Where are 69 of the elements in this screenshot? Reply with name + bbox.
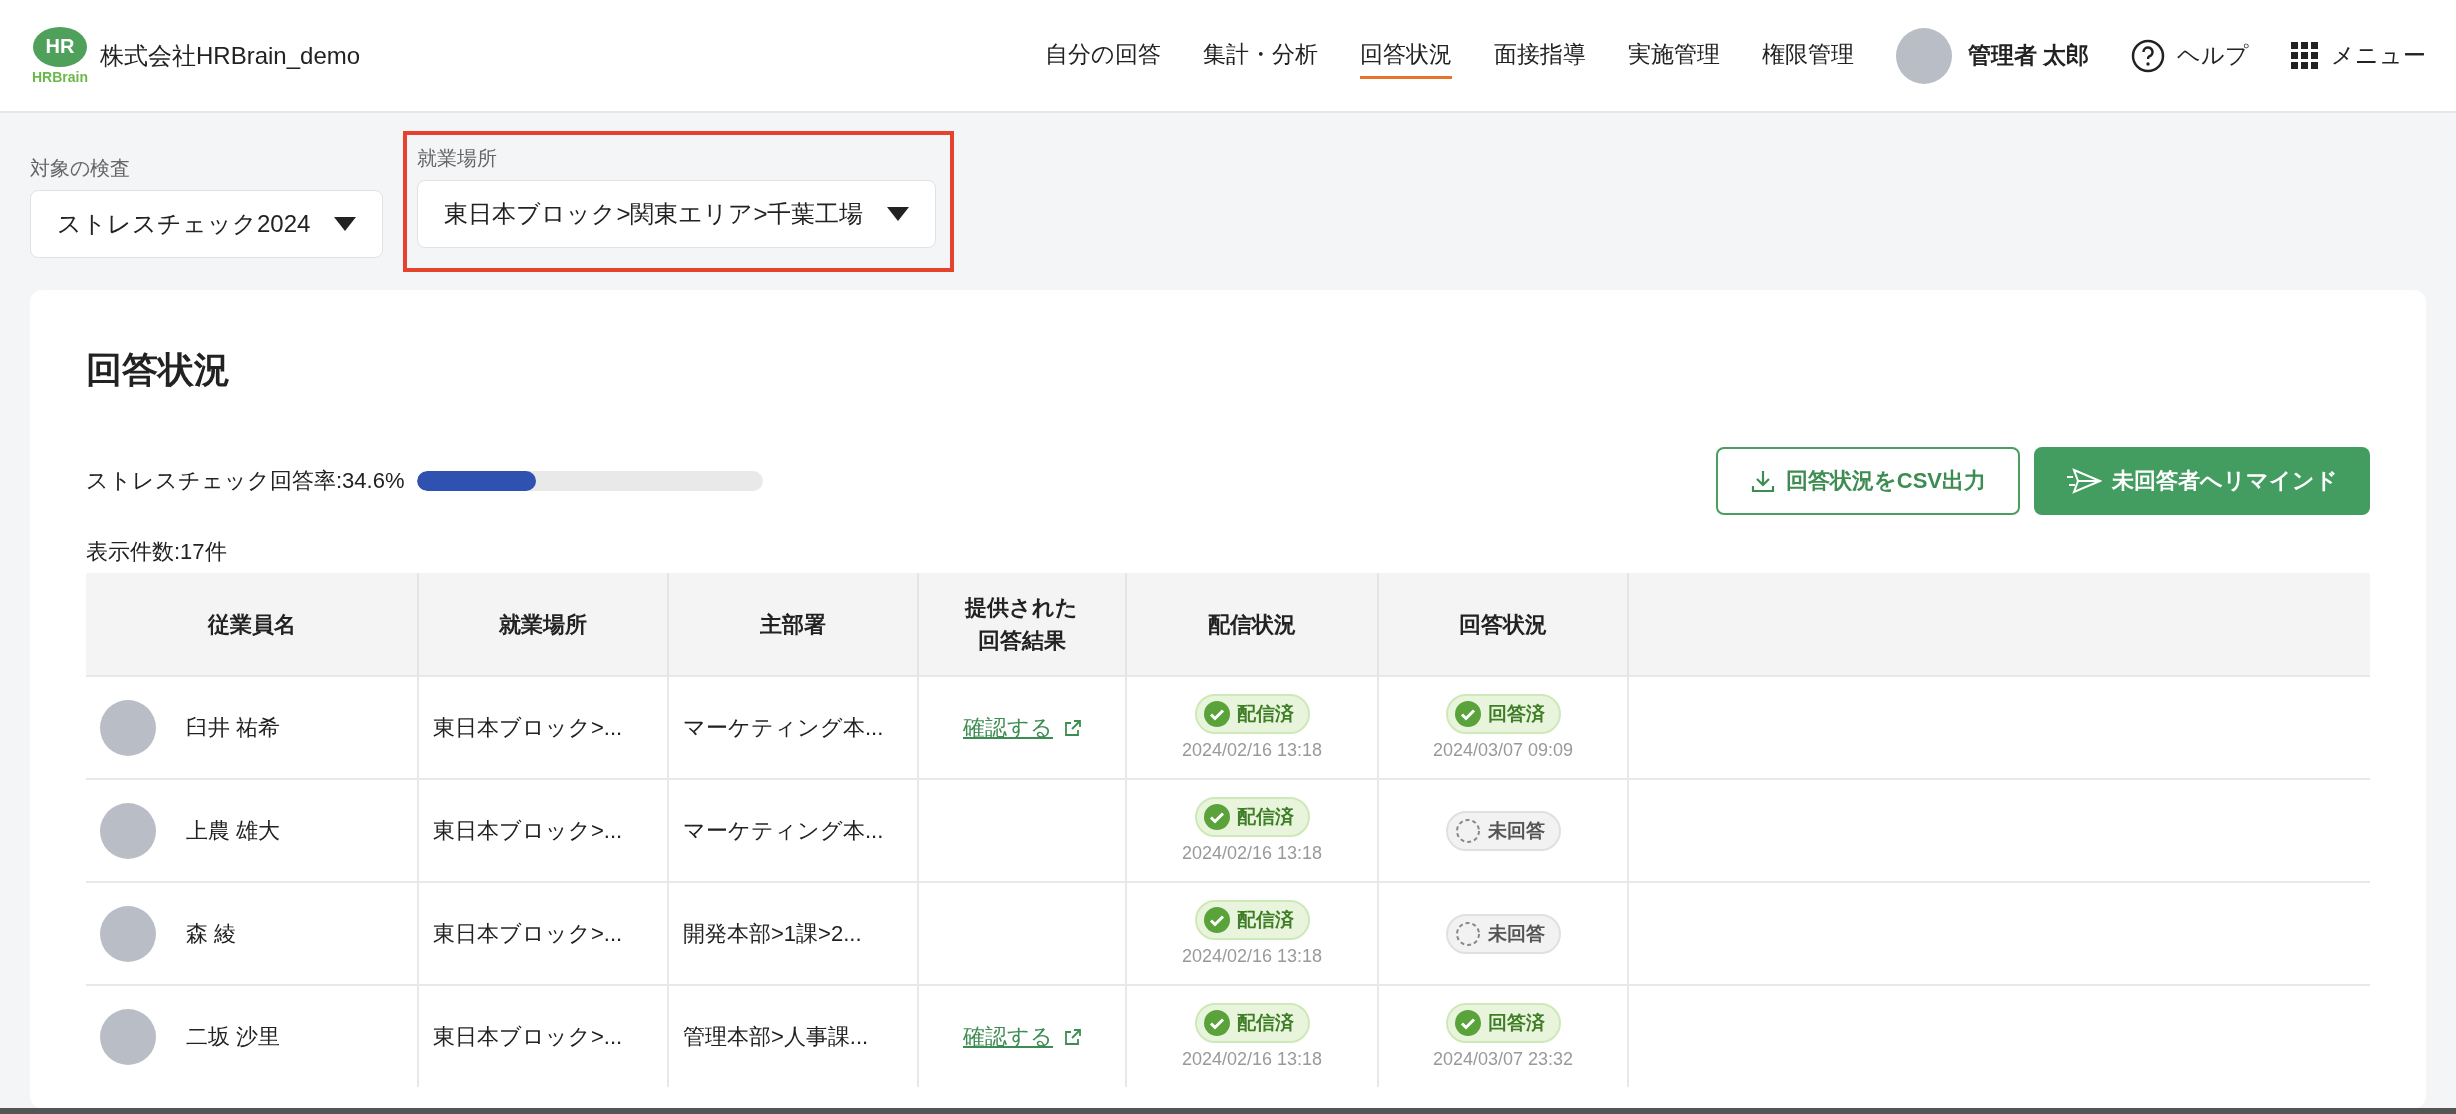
status-badge: 未回答 xyxy=(1445,913,1561,954)
logo: HR HRBrain xyxy=(30,26,90,85)
column-header: 回答状況 xyxy=(1459,610,1547,639)
external-link-icon xyxy=(1065,1028,1081,1045)
user-name: 管理者 太郎 xyxy=(1967,41,2089,70)
check-icon xyxy=(1202,1009,1231,1037)
status-date: 2024/03/07 09:09 xyxy=(1432,740,1574,761)
employee-name: 臼井 祐希 xyxy=(186,713,281,742)
nav-tab[interactable]: 権限管理 xyxy=(1761,32,1854,79)
employee-name: 森 綾 xyxy=(186,919,237,948)
view-results-link[interactable]: 確認する xyxy=(963,1021,1081,1052)
filter-dropdown[interactable]: ストレスチェック2024 xyxy=(30,190,384,258)
workplace-cell: 東日本ブロック>... xyxy=(433,714,623,740)
company-name: 株式会社HRBrain_demo xyxy=(100,40,361,71)
grid-icon xyxy=(2291,41,2319,70)
status-badge: 回答済 xyxy=(1445,694,1561,734)
check-icon xyxy=(1202,906,1231,934)
employee-name: 上農 雄大 xyxy=(186,816,281,845)
column-header: 配信状況 xyxy=(1208,610,1296,639)
filter-label: 対象の検査 xyxy=(30,156,131,181)
nav-tab[interactable]: 回答状況 xyxy=(1359,32,1452,79)
dashed-circle-icon xyxy=(1453,816,1482,845)
department-cell: 開発本部>1課>2... xyxy=(683,920,862,946)
csv-export-button[interactable]: 回答状況をCSV出力 xyxy=(1715,447,2020,515)
status-badge: 回答済 xyxy=(1445,1003,1561,1043)
nav-tab[interactable]: 集計・分析 xyxy=(1202,32,1318,79)
workplace-cell: 東日本ブロック>... xyxy=(433,817,623,843)
column-header: 提供された回答結果 xyxy=(964,594,1080,655)
status-date: 2024/02/16 13:18 xyxy=(1181,843,1323,864)
menu-button[interactable]: メニュー xyxy=(2291,40,2426,71)
download-icon xyxy=(1749,468,1776,494)
response-rate-label: ストレスチェック回答率:34.6% xyxy=(86,467,405,495)
employee-name: 二坂 沙里 xyxy=(186,1022,281,1051)
view-results-link[interactable]: 確認する xyxy=(963,712,1081,743)
status-date: 2024/02/16 13:18 xyxy=(1181,740,1323,761)
status-date: 2024/02/16 13:18 xyxy=(1181,946,1323,967)
nav-tab[interactable]: 面接指導 xyxy=(1493,32,1586,79)
check-icon xyxy=(1453,700,1482,728)
caret-icon xyxy=(334,217,357,231)
status-badge: 配信済 xyxy=(1194,900,1310,940)
department-cell: 管理本部>人事課... xyxy=(683,1023,869,1049)
workplace-cell: 東日本ブロック>... xyxy=(433,1023,623,1049)
department-cell: マーケティング本... xyxy=(683,714,884,740)
status-date: 2024/03/07 23:32 xyxy=(1432,1049,1574,1070)
status-badge: 配信済 xyxy=(1194,797,1310,837)
page-title: 回答状況 xyxy=(86,348,231,392)
dashed-circle-icon xyxy=(1453,919,1482,948)
status-badge: 未回答 xyxy=(1445,810,1561,851)
column-header: 従業員名 xyxy=(207,610,296,639)
check-icon xyxy=(1453,1009,1482,1037)
filter-label: 就業場所 xyxy=(417,146,499,171)
department-cell: マーケティング本... xyxy=(683,817,884,843)
caret-icon xyxy=(887,207,910,221)
nav-tab[interactable]: 自分の回答 xyxy=(1044,32,1161,79)
status-badge: 配信済 xyxy=(1194,694,1310,734)
external-link-icon xyxy=(1065,719,1081,736)
column-header: 主部署 xyxy=(760,610,826,639)
workplace-cell: 東日本ブロック>... xyxy=(433,920,623,946)
check-icon xyxy=(1202,700,1231,728)
status-date: 2024/02/16 13:18 xyxy=(1181,1049,1323,1070)
nav-tab[interactable]: 実施管理 xyxy=(1627,32,1720,79)
help-icon xyxy=(2131,38,2165,73)
help-button[interactable]: ヘルプ xyxy=(2131,38,2249,73)
paper-plane-icon xyxy=(2066,467,2102,495)
result-count: 表示件数:17件 xyxy=(86,538,228,566)
check-icon xyxy=(1202,803,1231,831)
filter-dropdown[interactable]: 東日本ブロック>関東エリア>千葉工場 xyxy=(417,180,937,248)
status-badge: 配信済 xyxy=(1194,1003,1310,1043)
column-header: 就業場所 xyxy=(499,610,587,639)
